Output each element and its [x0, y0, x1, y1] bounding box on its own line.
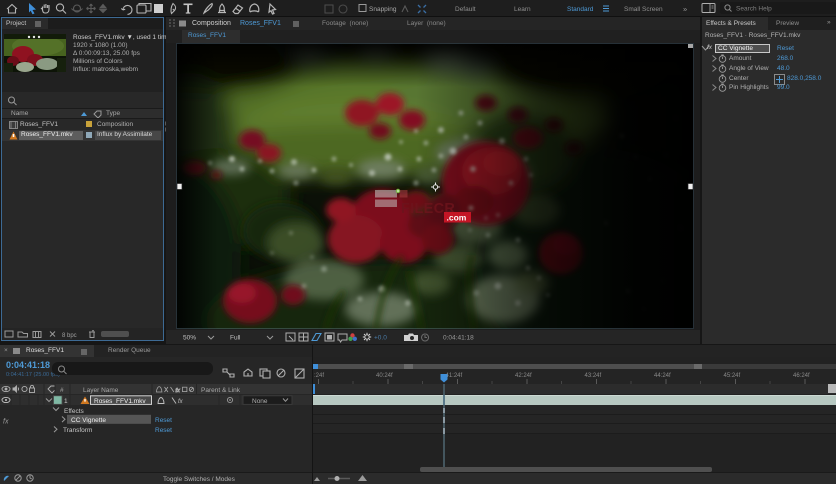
- svg-text:CC Vignette: CC Vignette: [71, 417, 106, 424]
- svg-text:46:24f: 46:24f: [793, 373, 810, 379]
- svg-text:.com: .com: [447, 213, 467, 223]
- svg-text:50%: 50%: [183, 335, 196, 342]
- svg-text:42:24f: 42:24f: [515, 373, 532, 379]
- svg-text:Small Screen: Small Screen: [624, 6, 663, 13]
- svg-text:None: None: [252, 398, 268, 405]
- svg-text:fx: fx: [3, 419, 9, 426]
- svg-text:Layer Name: Layer Name: [83, 387, 119, 394]
- svg-text:»: »: [683, 5, 687, 14]
- svg-text:8 bpc: 8 bpc: [62, 333, 77, 339]
- svg-text:Parent & Link: Parent & Link: [201, 387, 241, 394]
- svg-text:Search Help: Search Help: [736, 6, 772, 13]
- svg-text:43:24f: 43:24f: [585, 373, 602, 379]
- svg-text:Default: Default: [455, 6, 476, 13]
- svg-text:+0.0: +0.0: [374, 335, 387, 342]
- svg-text:Reset: Reset: [155, 427, 172, 434]
- svg-text:fx: fx: [176, 388, 181, 394]
- svg-text:Learn: Learn: [514, 6, 531, 13]
- svg-text:1: 1: [64, 398, 68, 405]
- svg-text:44:24f: 44:24f: [654, 373, 671, 379]
- svg-text:0:04:41:18: 0:04:41:18: [443, 335, 474, 342]
- svg-text:Transform: Transform: [63, 427, 92, 434]
- svg-text::24f: :24f: [314, 373, 324, 379]
- svg-text:40:24f: 40:24f: [376, 373, 393, 379]
- svg-text:Toggle Switches / Modes: Toggle Switches / Modes: [163, 476, 236, 483]
- svg-text:Effects: Effects: [64, 408, 85, 415]
- svg-text:Snapping: Snapping: [369, 6, 397, 13]
- svg-text:Reset: Reset: [155, 417, 172, 424]
- svg-text:Full: Full: [230, 335, 241, 342]
- svg-text:Standard: Standard: [567, 6, 594, 13]
- svg-text:#: #: [60, 387, 64, 394]
- svg-text:45:24f: 45:24f: [724, 373, 741, 379]
- svg-text:Roses_FFV1.mkv: Roses_FFV1.mkv: [94, 398, 146, 405]
